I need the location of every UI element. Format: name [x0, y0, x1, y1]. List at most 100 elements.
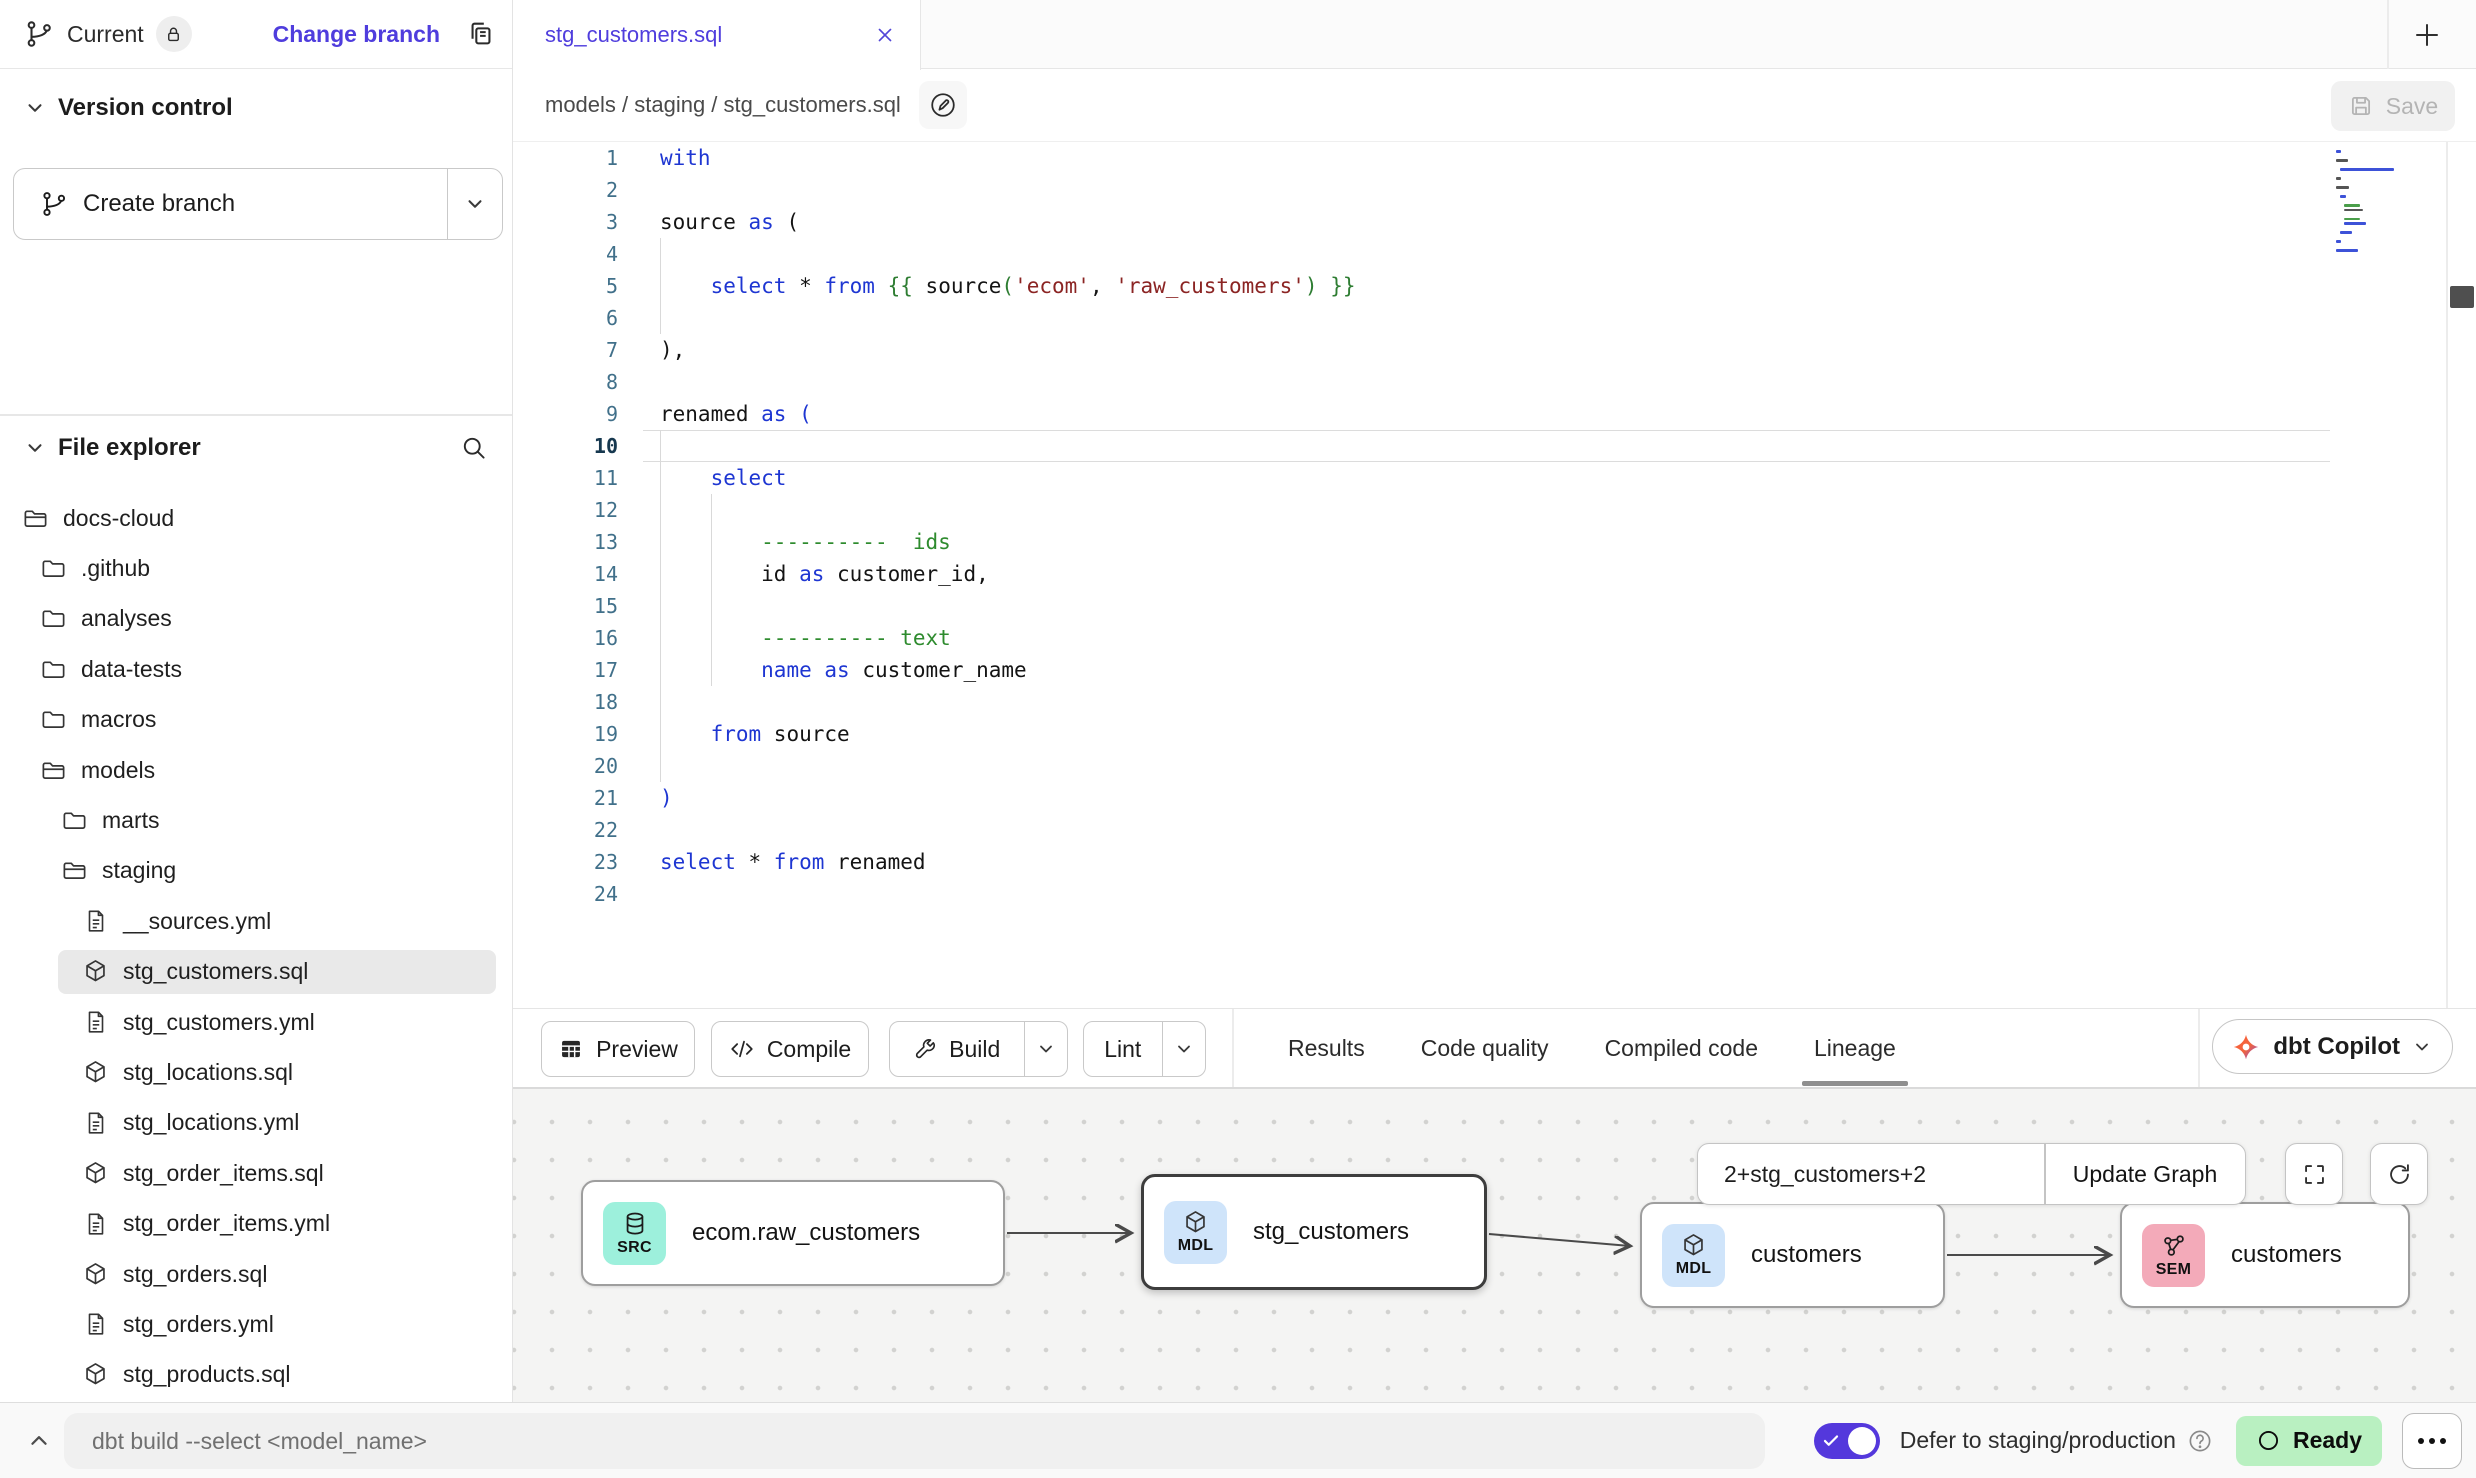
code-text: ) — [660, 786, 673, 810]
tab-stg-customers-sql[interactable]: stg_customers.sql — [513, 0, 921, 70]
line-number: 10 — [513, 434, 618, 458]
copy-icon[interactable] — [466, 19, 496, 49]
code-line-5[interactable]: 5 select * from {{ source('ecom', 'raw_c… — [513, 270, 2330, 302]
code-line-14[interactable]: 14 id as customer_id, — [513, 558, 2330, 590]
file-explorer-header[interactable]: File explorer — [0, 426, 512, 470]
code-line-12[interactable]: 12 — [513, 494, 2330, 526]
file-item-stg-products-sql[interactable]: stg_products.sql — [0, 1350, 504, 1400]
indent-guide — [660, 590, 661, 622]
code-line-8[interactable]: 8 — [513, 366, 2330, 398]
file-item-stg-order-items-yml[interactable]: stg_order_items.yml — [0, 1198, 504, 1248]
line-number: 6 — [513, 306, 618, 330]
file-item-stg-locations-yml[interactable]: stg_locations.yml — [0, 1098, 504, 1148]
tab-results[interactable]: Results — [1288, 1035, 1365, 1062]
chevron-up-icon[interactable] — [24, 1425, 54, 1455]
code-line-10[interactable]: 10 — [513, 430, 2330, 462]
code-line-2[interactable]: 2 — [513, 174, 2330, 206]
compile-button[interactable]: Compile — [711, 1021, 869, 1077]
tab-lineage[interactable]: Lineage — [1814, 1035, 1896, 1062]
code-line-11[interactable]: 11 select — [513, 462, 2330, 494]
folder-item-data-tests[interactable]: data-tests — [0, 644, 504, 694]
new-tab-button[interactable] — [2407, 15, 2447, 55]
folder-item-marts[interactable]: marts — [0, 795, 504, 845]
folder-item--github[interactable]: .github — [0, 543, 504, 593]
code-line-24[interactable]: 24 — [513, 878, 2330, 910]
tab-compiled-code[interactable]: Compiled code — [1605, 1035, 1758, 1062]
lineage-panel[interactable]: SRCecom.raw_customers MDLstg_customers MDL… — [513, 1089, 2476, 1402]
defer-toggle[interactable] — [1814, 1423, 1880, 1459]
code-line-19[interactable]: 19 from source — [513, 718, 2330, 750]
code-line-3[interactable]: 3source as ( — [513, 206, 2330, 238]
refresh-button[interactable] — [2370, 1143, 2428, 1205]
file-item-stg-order-items-sql[interactable]: stg_order_items.sql — [0, 1148, 504, 1198]
preview-button[interactable]: Preview — [541, 1021, 695, 1077]
close-icon[interactable] — [874, 24, 896, 46]
lineage-node-customers[interactable]: SEMcustomers — [2120, 1202, 2410, 1308]
more-options-button[interactable] — [2402, 1413, 2462, 1469]
indent-guide — [660, 558, 661, 590]
status-badge: Ready — [2236, 1416, 2382, 1466]
help-icon[interactable] — [2186, 1427, 2214, 1455]
toggle-knob — [1848, 1427, 1876, 1455]
copilot-edit-icon[interactable] — [919, 81, 967, 129]
lineage-node-stg-customers[interactable]: MDLstg_customers — [1141, 1174, 1487, 1290]
model-icon — [1680, 1232, 1707, 1259]
code-line-22[interactable]: 22 — [513, 814, 2330, 846]
lineage-node-ecom-raw-customers[interactable]: SRCecom.raw_customers — [581, 1180, 1005, 1286]
folder-item-analyses[interactable]: analyses — [0, 594, 504, 644]
folder-item-macros[interactable]: macros — [0, 695, 504, 745]
search-icon[interactable] — [460, 434, 488, 462]
version-control-title: Version control — [58, 94, 233, 122]
build-dropdown[interactable] — [1025, 1039, 1067, 1059]
line-number: 3 — [513, 210, 618, 234]
build-button[interactable]: Build — [889, 1021, 1068, 1077]
code-line-6[interactable]: 6 — [513, 302, 2330, 334]
file-item-stg-customers-sql[interactable]: stg_customers.sql — [0, 947, 504, 997]
minimap[interactable] — [2336, 150, 2462, 262]
command-input[interactable]: dbt build --select <model_name> — [64, 1413, 1765, 1469]
git-branch-icon — [24, 19, 54, 49]
file-tree-label: marts — [102, 807, 160, 834]
code-line-9[interactable]: 9renamed as ( — [513, 398, 2330, 430]
lineage-node-customers[interactable]: MDLcustomers — [1640, 1202, 1945, 1308]
lineage-selector-input[interactable]: 2+stg_customers+2 — [1698, 1144, 2044, 1204]
dbt-copilot-button[interactable]: dbt Copilot — [2212, 1019, 2453, 1074]
code-line-18[interactable]: 18 — [513, 686, 2330, 718]
change-branch-link[interactable]: Change branch — [273, 21, 440, 48]
file-item-stg-customers-yml[interactable]: stg_customers.yml — [0, 997, 504, 1047]
line-number: 22 — [513, 818, 618, 842]
create-branch-dropdown[interactable] — [448, 193, 502, 215]
preview-label: Preview — [596, 1036, 678, 1063]
dbt-copilot-icon — [2231, 1032, 2261, 1062]
folder-item-staging[interactable]: staging — [0, 846, 504, 896]
file-item--sources-yml[interactable]: __sources.yml — [0, 896, 504, 946]
save-button[interactable]: Save — [2331, 81, 2455, 131]
fullscreen-button[interactable] — [2285, 1143, 2343, 1205]
file-item-stg-orders-sql[interactable]: stg_orders.sql — [0, 1249, 504, 1299]
folder-item-docs-cloud[interactable]: docs-cloud — [0, 493, 504, 543]
code-line-20[interactable]: 20 — [513, 750, 2330, 782]
code-line-15[interactable]: 15 — [513, 590, 2330, 622]
code-editor[interactable]: 1with23source as (45 select * from {{ so… — [513, 142, 2330, 910]
lint-dropdown[interactable] — [1163, 1039, 1205, 1059]
tab-code-quality[interactable]: Code quality — [1421, 1035, 1549, 1062]
code-line-13[interactable]: 13 ---------- ids — [513, 526, 2330, 558]
code-line-23[interactable]: 23select * from renamed — [513, 846, 2330, 878]
version-control-header[interactable]: Version control — [0, 86, 512, 130]
code-line-7[interactable]: 7), — [513, 334, 2330, 366]
folder-item-models[interactable]: models — [0, 745, 504, 795]
lint-button[interactable]: Lint — [1083, 1021, 1206, 1077]
tab-bar: stg_customers.sql — [513, 0, 2476, 69]
file-item-stg-locations-sql[interactable]: stg_locations.sql — [0, 1047, 504, 1097]
code-line-1[interactable]: 1with — [513, 142, 2330, 174]
scrollbar-thumb[interactable] — [2450, 286, 2474, 308]
code-line-4[interactable]: 4 — [513, 238, 2330, 270]
create-branch-button[interactable]: Create branch — [13, 168, 503, 240]
file-item-stg-orders-yml[interactable]: stg_orders.yml — [0, 1299, 504, 1349]
code-line-21[interactable]: 21) — [513, 782, 2330, 814]
code-line-17[interactable]: 17 name as customer_name — [513, 654, 2330, 686]
update-graph-button[interactable]: Update Graph — [2046, 1144, 2245, 1204]
code-line-16[interactable]: 16 ---------- text — [513, 622, 2330, 654]
table-icon — [558, 1036, 584, 1062]
file-icon — [82, 908, 109, 935]
